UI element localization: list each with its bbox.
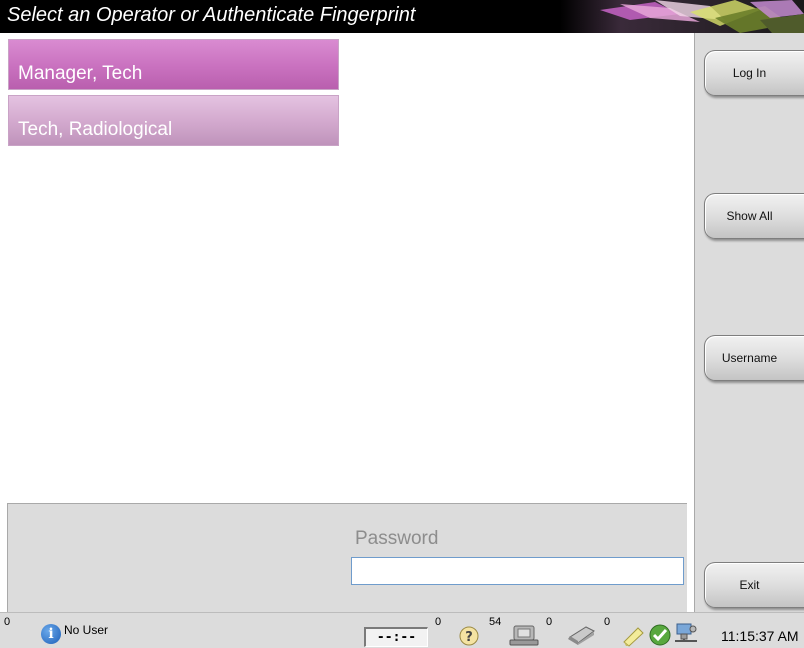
info-icon[interactable]: i [41, 624, 61, 644]
help-icon[interactable]: ? [458, 625, 480, 647]
title-bar: Select an Operator or Authenticate Finge… [0, 0, 804, 33]
network-icon[interactable] [673, 621, 699, 647]
timer-display: --:-- [364, 627, 428, 647]
password-input[interactable] [351, 557, 684, 585]
log-in-label: Log In [732, 66, 767, 80]
operator-item-tech-radiological[interactable]: Tech, Radiological [8, 95, 339, 146]
page-title: Select an Operator or Authenticate Finge… [7, 4, 416, 26]
operator-label: Tech, Radiological [18, 119, 173, 140]
current-user: No User [64, 623, 109, 637]
side-button-panel: Log In Show All Username Exit [694, 33, 804, 612]
check-icon[interactable] [648, 623, 672, 647]
operator-label: Manager, Tech [18, 63, 143, 84]
archive-icon[interactable] [621, 625, 645, 647]
archive-count: 0 [604, 616, 611, 628]
username-label: Username [721, 351, 778, 365]
status-bar: 0 i No User --:-- 0 ? 54 0 0 11:15:37 AM [0, 612, 804, 648]
username-button[interactable]: Username [704, 335, 804, 381]
show-all-label: Show All [726, 209, 773, 223]
operator-item-manager-tech[interactable]: Manager, Tech [8, 39, 339, 90]
clock-time: 11:15:37 AM [721, 628, 799, 644]
device-count: 54 [489, 616, 502, 628]
exit-label: Exit [739, 578, 760, 592]
operator-list: Manager, Tech Tech, Radiological [0, 33, 694, 503]
printer-count: 0 [546, 616, 553, 628]
device-icon[interactable] [508, 623, 540, 647]
show-all-button[interactable]: Show All [704, 193, 804, 239]
svg-text:?: ? [465, 630, 473, 645]
exit-button[interactable]: Exit [704, 562, 804, 608]
password-label: Password [355, 528, 439, 549]
password-panel: Password [7, 503, 687, 612]
help-count: 0 [435, 616, 442, 628]
banner-artwork-icon [560, 0, 804, 33]
info-count: 0 [4, 616, 11, 628]
printer-icon[interactable] [566, 623, 596, 647]
log-in-button[interactable]: Log In [704, 50, 804, 96]
